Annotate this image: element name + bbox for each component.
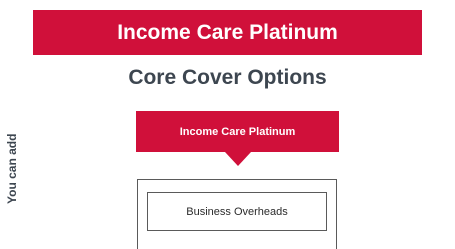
- down-arrow-icon: [225, 152, 251, 166]
- addon-label: Business Overheads: [186, 205, 288, 218]
- addon-business-overheads: Business Overheads: [147, 192, 327, 231]
- you-can-add-label: You can add: [5, 133, 19, 204]
- core-cover-label: Income Care Platinum: [179, 125, 296, 138]
- optional-benefits-group: Business Overheads: [137, 179, 337, 249]
- product-title-banner: Income Care Platinum: [33, 10, 422, 55]
- core-cover-option: Income Care Platinum: [136, 111, 339, 152]
- product-title: Income Care Platinum: [117, 20, 338, 44]
- section-heading: Core Cover Options: [128, 66, 327, 89]
